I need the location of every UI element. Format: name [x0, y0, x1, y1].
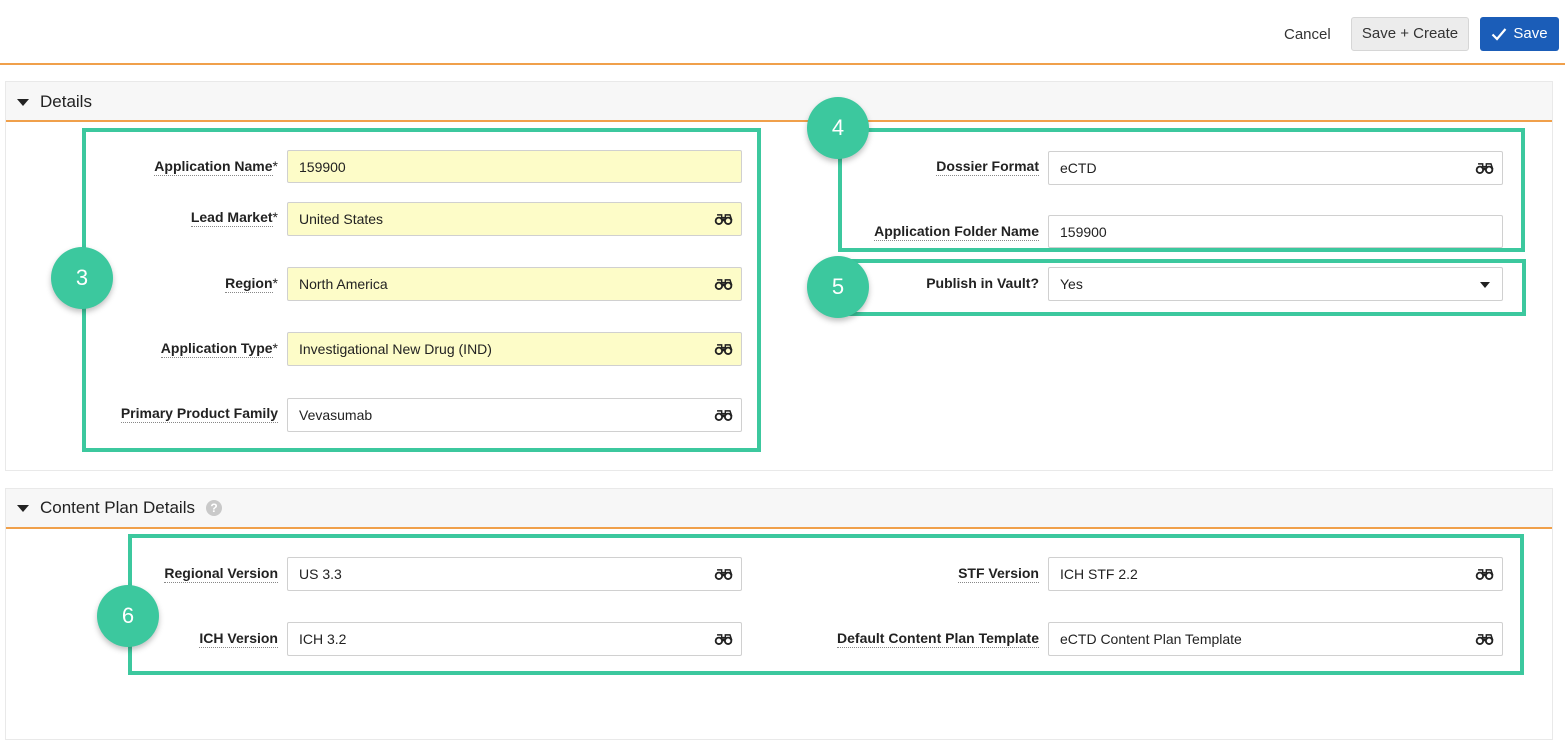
callout-badge-6: 6: [97, 585, 159, 647]
callout-box-4: [838, 128, 1525, 252]
details-section-title: Details: [40, 92, 92, 111]
help-icon[interactable]: ?: [206, 500, 222, 516]
save-create-button[interactable]: Save + Create: [1351, 17, 1469, 51]
content-plan-section-header[interactable]: [6, 489, 1552, 529]
details-section-header[interactable]: [6, 82, 1552, 122]
callout-badge-5: 5: [807, 256, 869, 318]
check-icon: [1492, 28, 1507, 41]
toolbar-divider: [0, 63, 1565, 65]
save-button-label: Save: [1513, 25, 1548, 42]
caret-down-icon[interactable]: [17, 99, 29, 106]
cancel-button[interactable]: Cancel: [1276, 18, 1339, 52]
callout-box-3: [82, 128, 761, 452]
callout-badge-3: 3: [51, 247, 113, 309]
callout-box-6: [128, 534, 1524, 675]
callout-box-5: [838, 259, 1526, 316]
caret-down-icon[interactable]: [17, 505, 29, 512]
callout-badge-4: 4: [807, 97, 869, 159]
content-plan-section-title: Content Plan Details: [40, 498, 195, 517]
save-button[interactable]: Save: [1480, 17, 1559, 51]
